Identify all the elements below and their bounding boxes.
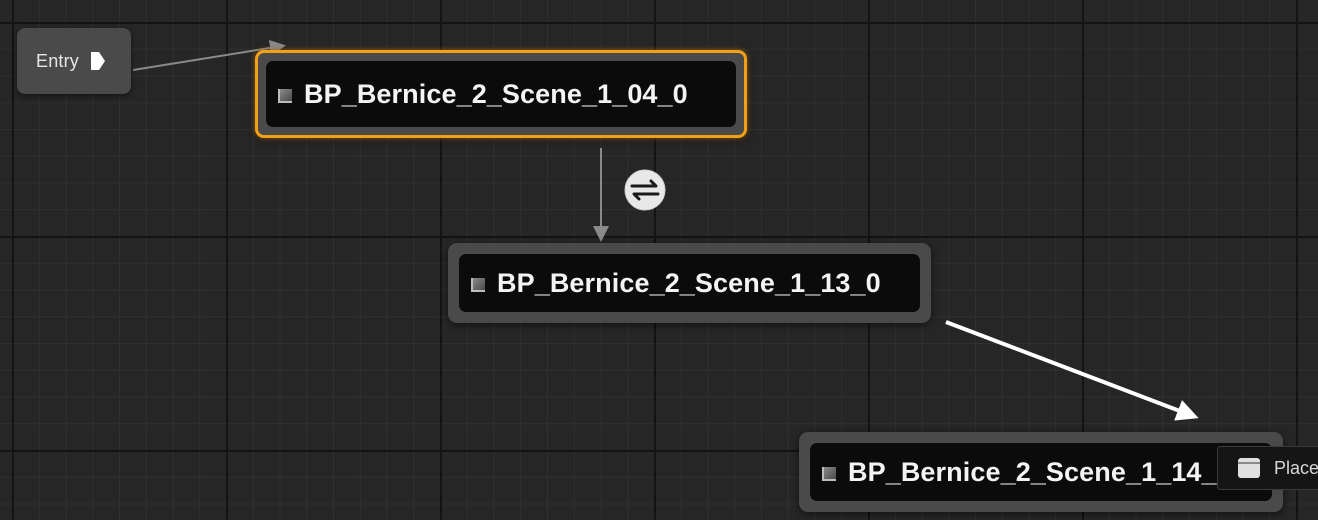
placeholder-tooltip: Placeholder [1217,446,1318,490]
state-machine-graph[interactable]: Entry BP_Bernice_2_Scene_1_04_0 BP_Berni… [0,0,1318,520]
state-title-bar: BP_Bernice_2_Scene_1_14_0 [810,443,1272,501]
state-title-bar: BP_Bernice_2_Scene_1_13_0 [459,254,920,312]
placeholder-label: Placeholder [1274,457,1318,478]
state-node-icon [278,88,292,103]
state-node-14[interactable]: BP_Bernice_2_Scene_1_14_0 [799,432,1283,512]
exec-pin-icon[interactable] [89,50,107,72]
window-icon [1238,458,1260,478]
state-node-13[interactable]: BP_Bernice_2_Scene_1_13_0 [448,243,931,323]
state-title: BP_Bernice_2_Scene_1_14_0 [848,456,1232,487]
state-title: BP_Bernice_2_Scene_1_13_0 [497,267,881,298]
entry-label: Entry [36,50,80,71]
transition-wire-13-to-14[interactable] [945,320,1199,421]
entry-node[interactable]: Entry [17,28,131,94]
state-node-icon [822,466,836,481]
state-title: BP_Bernice_2_Scene_1_04_0 [304,78,688,109]
state-title-bar: BP_Bernice_2_Scene_1_04_0 [266,61,736,127]
transition-rule-icon[interactable] [623,168,667,212]
state-node-04[interactable]: BP_Bernice_2_Scene_1_04_0 [255,50,747,138]
state-node-icon [471,277,485,292]
